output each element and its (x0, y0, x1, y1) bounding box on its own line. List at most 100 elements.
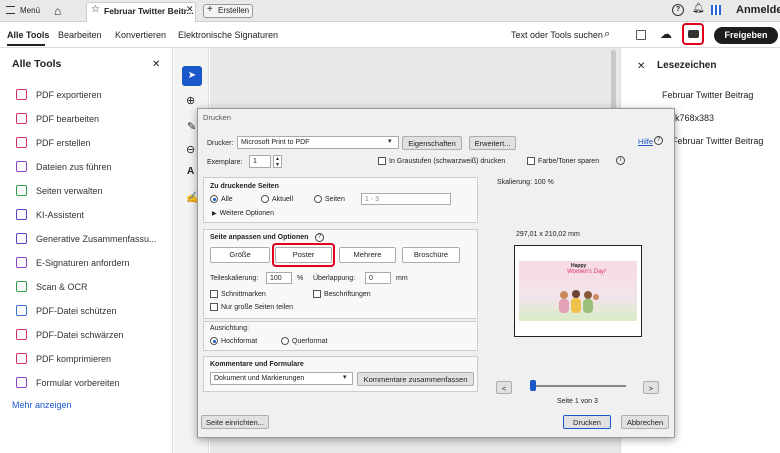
tool-item[interactable]: PDF bearbeiten (16, 113, 99, 124)
save-icon[interactable] (636, 30, 646, 40)
page-setup-button[interactable]: Seite einrichten... (201, 415, 269, 429)
bookmark-item[interactable]: nk768x383 (670, 113, 714, 123)
summarize-comments-button[interactable]: Kommentare zusammenfassen (357, 372, 474, 386)
pages-all-option[interactable]: Alle (210, 195, 233, 203)
tool-item[interactable]: PDF-Datei schützen (16, 305, 117, 316)
menu-convert[interactable]: Konvertieren (115, 30, 166, 40)
pages-range-input[interactable]: 1 - 3 (361, 193, 451, 205)
preview-slider-track[interactable] (530, 385, 626, 387)
menu-esign[interactable]: Elektronische Signaturen (178, 30, 278, 40)
share-button[interactable]: Freigeben (714, 27, 778, 44)
link-tool-icon[interactable]: ⊖ (186, 143, 195, 156)
menu-icon[interactable] (6, 6, 15, 14)
pages-range-radio[interactable] (314, 195, 322, 203)
close-panel-icon[interactable]: ✕ (152, 59, 160, 70)
menu-button-label[interactable]: Menü (20, 6, 40, 15)
percent-label: % (297, 275, 304, 282)
search-label[interactable]: Text oder Tools suchen (511, 30, 603, 40)
large-pages-option[interactable]: Nur große Seiten teilen (210, 303, 293, 311)
labels-checkbox[interactable] (313, 290, 321, 298)
tool-item[interactable]: Formular vorbereiten (16, 377, 120, 388)
page-count-label: Seite 1 von 3 (557, 398, 598, 405)
portrait-option[interactable]: Hochformat (210, 337, 257, 345)
preview-prev-button[interactable]: < (496, 381, 512, 394)
advanced-button[interactable]: Erweitert... (469, 136, 516, 150)
printer-select[interactable]: Microsoft Print to PDF (237, 136, 399, 149)
tool-item[interactable]: PDF-Datei schwärzen (16, 329, 124, 340)
close-bookmarks-icon[interactable]: ✕ (637, 61, 645, 72)
search-icon[interactable]: ⌕ (604, 28, 610, 41)
menu-all-tools[interactable]: Alle Tools (7, 30, 49, 40)
star-icon[interactable]: ☆ (91, 4, 100, 15)
tool-item[interactable]: PDF exportieren (16, 89, 102, 100)
tile-scale-input[interactable]: 100 (266, 272, 292, 284)
properties-button[interactable]: Eigenschaften (402, 136, 462, 150)
cancel-button[interactable]: Abbrechen (621, 415, 669, 429)
tool-item[interactable]: E-Signaturen anfordern (16, 257, 130, 268)
show-more-link[interactable]: Mehr anzeigen (12, 400, 72, 410)
tool-item[interactable]: Generative Zusammenfassu... (16, 233, 157, 244)
tool-item[interactable]: Dateien zus führen (16, 161, 112, 172)
pages-current-option[interactable]: Aktuell (261, 195, 293, 203)
comments-select[interactable]: Dokument und Markierungen (210, 372, 353, 385)
print-confirm-button[interactable]: Drucken (563, 415, 611, 429)
pages-range-option[interactable]: Seiten (314, 195, 345, 203)
copies-stepper[interactable]: ▲ ▼ (273, 155, 282, 168)
overlap-input[interactable]: 0 (365, 272, 391, 284)
multiple-button[interactable]: Mehrere (339, 247, 396, 263)
tool-icon (16, 329, 27, 340)
save-ink-checkbox[interactable] (527, 157, 535, 165)
tool-icon (16, 281, 27, 292)
text-tool-icon[interactable]: A (187, 166, 194, 177)
landscape-radio[interactable] (281, 337, 289, 345)
tool-label: PDF komprimieren (36, 353, 112, 364)
grayscale-checkbox[interactable] (378, 157, 386, 165)
copies-input[interactable]: 1 (249, 155, 271, 168)
bookmark-item[interactable]: Februar Twitter Beitrag (662, 90, 753, 100)
info-icon[interactable]: i (616, 156, 625, 165)
help-circle-icon[interactable]: ? (654, 136, 663, 145)
size-button[interactable]: Größe (210, 247, 270, 263)
home-icon[interactable]: ⌂ (54, 4, 61, 18)
more-options-toggle[interactable]: ▶ Weitere Optionen (212, 210, 274, 217)
notification-bell-icon[interactable]: 🔔︎ (692, 3, 705, 14)
tool-label: Formular vorbereiten (36, 377, 120, 388)
pages-all-radio[interactable] (210, 195, 218, 203)
sizing-title: Seite anpassen und Optionen (210, 234, 309, 241)
tool-item[interactable]: PDF erstellen (16, 137, 91, 148)
large-pages-checkbox[interactable] (210, 303, 218, 311)
labels-option[interactable]: Beschriftungen (313, 290, 371, 298)
help-icon[interactable]: ? (672, 4, 684, 16)
print-icon[interactable] (688, 30, 699, 38)
poster-button[interactable]: Poster (275, 247, 332, 263)
pages-current-radio[interactable] (261, 195, 269, 203)
bookmark-item[interactable]: Februar Twitter Beitrag (672, 136, 763, 146)
cloud-upload-icon[interactable]: ☁ (660, 27, 672, 41)
apps-grid-icon[interactable] (711, 5, 721, 15)
landscape-option[interactable]: Querformat (281, 337, 327, 345)
close-tab-icon[interactable]: ✕ (186, 4, 194, 15)
chevron-down-icon[interactable]: ▾ (388, 137, 392, 145)
tool-item[interactable]: PDF komprimieren (16, 353, 111, 364)
select-tool-icon[interactable]: ➤ (182, 66, 202, 86)
sizing-help-icon[interactable]: ? (315, 233, 324, 242)
grayscale-option[interactable]: In Graustufen (schwarzweiß) drucken (378, 157, 505, 165)
portrait-radio[interactable] (210, 337, 218, 345)
tool-icon (16, 113, 27, 124)
pen-tool-icon[interactable]: ✎ (187, 120, 196, 133)
cut-marks-checkbox[interactable] (210, 290, 218, 298)
login-link[interactable]: Anmelden (736, 4, 780, 16)
preview-next-button[interactable]: > (643, 381, 659, 394)
preview-slider-thumb[interactable] (530, 380, 536, 391)
tool-label: PDF bearbeiten (36, 113, 100, 124)
tool-item[interactable]: KI-Assistent (16, 209, 84, 220)
tool-item[interactable]: Seiten verwalten (16, 185, 103, 196)
tool-item[interactable]: Scan & OCR (16, 281, 88, 292)
menu-edit[interactable]: Bearbeiten (58, 30, 102, 40)
booklet-button[interactable]: Broschüre (402, 247, 460, 263)
chevron-down-icon[interactable]: ▾ (343, 373, 347, 381)
cut-marks-option[interactable]: Schnittmarken (210, 290, 266, 298)
zoom-tool-icon[interactable]: ⊕ (186, 94, 195, 107)
save-ink-option[interactable]: Farbe/Toner sparen (527, 157, 599, 165)
help-link[interactable]: Hilfe (638, 137, 653, 146)
